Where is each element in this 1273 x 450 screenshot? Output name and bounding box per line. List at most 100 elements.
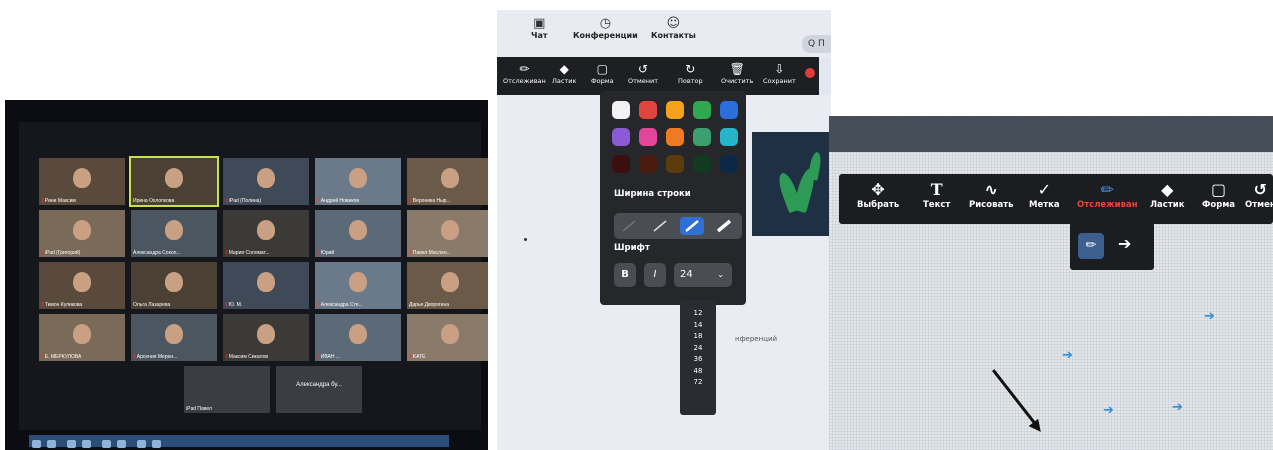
italic-button[interactable]: I xyxy=(644,263,666,287)
taskbar-icon[interactable] xyxy=(67,440,77,448)
participant-video xyxy=(257,220,275,240)
participant-name-text: Павел Маслен... xyxy=(412,250,451,256)
taskbar-icon[interactable] xyxy=(117,440,127,448)
pen-option[interactable]: ✏ xyxy=(1078,233,1104,259)
tracking-label: Отслеживан xyxy=(1077,200,1138,210)
close-annotate-button[interactable] xyxy=(805,68,815,78)
participant-tile[interactable]: ‡Павел Маслен... xyxy=(407,210,488,257)
color-swatch[interactable] xyxy=(639,101,657,119)
participant-tile[interactable]: ‡KATE xyxy=(407,314,488,361)
taskbar-icon[interactable] xyxy=(32,440,41,448)
color-swatch[interactable] xyxy=(666,155,684,173)
taskbar-icon[interactable] xyxy=(137,440,147,448)
color-swatch[interactable] xyxy=(693,155,711,173)
eraser-button[interactable]: ◆ Ластик xyxy=(1150,180,1185,210)
nav-chat[interactable]: ▣ Чат xyxy=(531,16,548,40)
arrow-stamp: ➔ xyxy=(1172,400,1183,415)
color-swatch[interactable] xyxy=(693,128,711,146)
font-size-option[interactable]: 24 xyxy=(680,343,716,355)
pen-icon: ✏ xyxy=(1100,180,1114,199)
participant-tile[interactable]: Дарья Дворягина xyxy=(407,262,488,309)
participant-tile[interactable]: ‡Юрий xyxy=(315,210,401,257)
participant-tile[interactable]: ‡iPad (Полина) xyxy=(223,158,309,205)
color-swatch[interactable] xyxy=(612,101,630,119)
participant-tile[interactable]: ‡Рини Максим xyxy=(39,158,125,205)
participant-name-text: Ольга Лазарева xyxy=(133,302,171,308)
stamp-button[interactable]: ✓ Метка xyxy=(1029,180,1060,210)
select-button[interactable]: ✥ Выбрать xyxy=(857,180,899,210)
search-input[interactable]: Q П xyxy=(802,35,831,53)
line-width-3[interactable] xyxy=(680,217,704,235)
line-width-4[interactable] xyxy=(712,217,736,235)
participant-tile[interactable]: ‡Мария Соломат... xyxy=(223,210,309,257)
taskbar-icon[interactable] xyxy=(47,440,56,448)
annotate-photo: ▣ Чат ◷ Конференции ☺ Контакты Q П ✏ Отс… xyxy=(497,10,831,450)
participant-tile[interactable]: ‡Александра Сте... xyxy=(315,262,401,309)
participant-tile[interactable]: ‡Тимон Куликова xyxy=(39,262,125,309)
color-swatch[interactable] xyxy=(639,128,657,146)
taskbar-icon[interactable] xyxy=(152,440,162,448)
participant-video xyxy=(441,272,459,292)
tracking-label: Отслеживан xyxy=(503,77,546,85)
tracking-button[interactable]: ✏ Отслеживан xyxy=(1077,180,1138,210)
bold-button[interactable]: B xyxy=(614,263,636,287)
color-swatch[interactable] xyxy=(612,128,630,146)
participant-tile[interactable]: ‡Андрей Новиков xyxy=(315,158,401,205)
font-size-option[interactable]: 72 xyxy=(680,377,716,389)
gallery-screen: ‡Рини Максим Ирина Охлопкова ‡iPad (Полина… xyxy=(19,122,488,430)
font-size-option[interactable]: 18 xyxy=(680,331,716,343)
participant-tile[interactable]: ‡iPad (Григорий) xyxy=(39,210,125,257)
participant-tile[interactable]: Александра Сокол... xyxy=(131,210,217,257)
taskbar-icon[interactable] xyxy=(82,440,92,448)
color-swatch[interactable] xyxy=(639,155,657,173)
color-swatch[interactable] xyxy=(612,155,630,173)
tracking-button[interactable]: ✏ Отслеживан xyxy=(503,61,546,85)
arrow-option[interactable]: ➔ xyxy=(1118,234,1131,253)
participant-tile[interactable]: ‡Е. МЕРКУЛОВА xyxy=(39,314,125,361)
font-size-option[interactable]: 12 xyxy=(680,308,716,320)
color-swatch[interactable] xyxy=(666,101,684,119)
participant-tile[interactable]: ‡ИВАН ... xyxy=(315,314,401,361)
clear-button[interactable]: 🗑 Очистить xyxy=(721,61,753,85)
color-swatch[interactable] xyxy=(720,155,738,173)
line-width-1[interactable] xyxy=(617,217,641,235)
nav-conferences[interactable]: ◷ Конференции xyxy=(573,16,638,40)
color-swatch[interactable] xyxy=(666,128,684,146)
save-label: Сохранит xyxy=(763,77,796,85)
participant-tile[interactable]: iPad Павел xyxy=(184,366,270,413)
draw-button[interactable]: ∿ Рисовать xyxy=(969,180,1013,210)
font-size-option[interactable]: 48 xyxy=(680,366,716,378)
eraser-button[interactable]: ◆ Ластик xyxy=(552,61,576,85)
participant-tile[interactable]: ‡Ю. М. xyxy=(223,262,309,309)
whiteboard-toolbar: ✥ Выбрать T Текст ∿ Рисовать ✓ Метка ✏ О… xyxy=(839,174,1273,224)
save-button[interactable]: ⇩ Сохранит xyxy=(763,61,796,85)
undo-icon: ↺ xyxy=(638,62,649,76)
nav-contacts[interactable]: ☺ Контакты xyxy=(651,16,696,40)
shape-button[interactable]: ▢ Форма xyxy=(591,61,614,85)
participant-name: ‡Юрий xyxy=(317,250,334,256)
participant-video xyxy=(257,324,275,344)
text-button[interactable]: T Текст xyxy=(923,180,950,210)
participant-name: ‡Мария Соломат... xyxy=(225,250,270,256)
undo-button[interactable]: ↺ Отменит xyxy=(628,61,658,85)
participant-tile[interactable]: Ольга Лазарева xyxy=(131,262,217,309)
redo-button[interactable]: ↻ Повтор xyxy=(678,61,703,85)
participant-tile[interactable]: Александра бу... xyxy=(276,366,362,413)
font-size-select[interactable]: 24 ⌄ xyxy=(674,263,732,287)
taskbar-icon[interactable] xyxy=(102,440,112,448)
color-swatch[interactable] xyxy=(693,101,711,119)
undo-button[interactable]: ↺ Отмен xyxy=(1245,180,1273,210)
participant-tile[interactable]: Ирина Охлопкова xyxy=(129,156,219,207)
font-size-option[interactable]: 36 xyxy=(680,354,716,366)
color-swatch[interactable] xyxy=(720,101,738,119)
participant-tile[interactable]: ‡Арсения Мерен... xyxy=(131,314,217,361)
color-swatch[interactable] xyxy=(720,128,738,146)
clock-icon: ◷ xyxy=(599,16,612,31)
line-width-2[interactable] xyxy=(648,217,672,235)
participant-tile[interactable]: ‡Максим Сикалов xyxy=(223,314,309,361)
eraser-icon: ◆ xyxy=(559,62,569,76)
font-size-value: 24 xyxy=(680,269,693,280)
font-size-option[interactable]: 14 xyxy=(680,320,716,332)
shape-button[interactable]: ▢ Форма xyxy=(1202,180,1235,210)
participant-tile[interactable]: ‡Вероника Ныр... xyxy=(407,158,488,205)
